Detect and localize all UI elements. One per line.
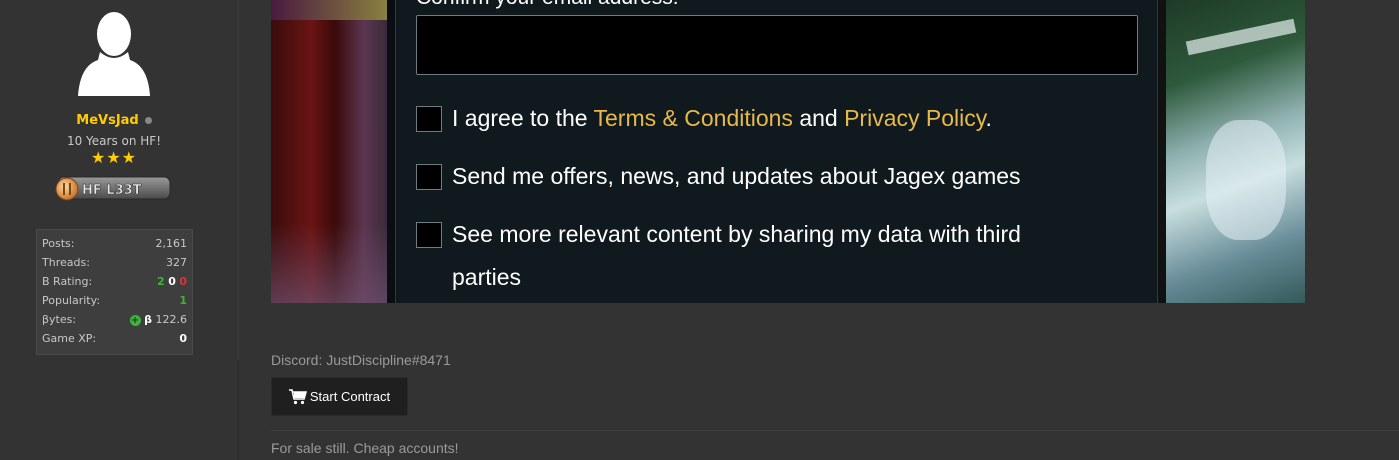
data-sharing-row: See more relevant content by sharing my … (416, 221, 1092, 299)
start-contract-button[interactable]: Start Contract (271, 377, 408, 416)
signature-discord: Discord: JustDiscipline#8471 (271, 352, 451, 368)
rating-positive: 2 (157, 275, 165, 288)
username-row: MeVsJad (0, 113, 228, 128)
stat-threads: Threads: 327 (42, 253, 187, 272)
confirm-email-label: Confirm your email address: (416, 0, 679, 10)
rating-negative: 0 (179, 275, 187, 288)
stat-label: B Rating: (42, 275, 93, 288)
agree-prefix: I agree to the (452, 105, 594, 131)
stat-value[interactable]: 1 (179, 291, 187, 310)
user-panel: MeVsJad 10 Years on HF! ★★★ HF L33T Post… (0, 0, 239, 460)
start-contract-label: Start Contract (309, 389, 391, 404)
privacy-link: Privacy Policy (844, 105, 986, 131)
svg-text:HF L33T: HF L33T (82, 183, 142, 198)
offline-status-icon (144, 117, 152, 124)
offers-checkbox (416, 164, 442, 190)
stat-posts: Posts: 2,161 (42, 234, 187, 253)
stat-b-rating: B Rating: 2 0 0 (42, 272, 187, 291)
stat-label: Game XP: (42, 332, 97, 345)
post-divider (271, 430, 1399, 431)
data-sharing-checkbox (416, 222, 442, 248)
background-art-left (271, 0, 387, 303)
stat-label: Posts: (42, 237, 75, 250)
stat-label: βytes: (42, 313, 77, 326)
terms-checkbox (416, 106, 442, 132)
b-rating-values[interactable]: 2 0 0 (157, 272, 187, 291)
terms-agreement-text: I agree to the Terms & Conditions and Pr… (452, 97, 1102, 140)
data-sharing-text: See more relevant content by sharing my … (452, 221, 1021, 290)
user-tenure: 10 Years on HF! (66, 134, 162, 148)
shopping-cart-icon (288, 388, 307, 404)
offers-row: Send me offers, news, and updates about … (416, 163, 1102, 198)
stat-bytes: βytes: + β 122.6 (42, 310, 187, 329)
beta-symbol: β (144, 313, 152, 326)
user-stats-box: Posts: 2,161 Threads: 327 B Rating: 2 0 … (36, 229, 193, 355)
stat-label: Threads: (42, 256, 90, 269)
hf-l33t-badge-icon: HF L33T (55, 176, 171, 201)
offers-text: Send me offers, news, and updates about … (452, 163, 1021, 189)
username-link[interactable]: MeVsJad (76, 113, 138, 128)
rating-neutral: 0 (168, 275, 176, 288)
stat-game-xp: Game XP: 0 (42, 329, 187, 348)
stat-label: Popularity: (42, 294, 101, 307)
stat-value[interactable]: 2,161 (156, 234, 188, 253)
terms-link: Terms & Conditions (593, 105, 793, 131)
embedded-screenshot: Confirm your email address: I agree to t… (271, 0, 1305, 303)
bytes-value-group: + β 122.6 (129, 310, 188, 329)
rank-stars: ★★★ (90, 148, 138, 167)
stat-popularity: Popularity: 1 (42, 291, 187, 310)
signup-form-panel: Confirm your email address: I agree to t… (395, 0, 1158, 303)
agree-middle: and (792, 105, 845, 131)
stat-value[interactable]: 0 (179, 329, 187, 348)
confirm-email-input (416, 15, 1138, 75)
terms-agreement-row: I agree to the Terms & Conditions and Pr… (416, 105, 1102, 140)
post-message: For sale still. Cheap accounts! (271, 440, 459, 456)
page: MeVsJad 10 Years on HF! ★★★ HF L33T Post… (0, 0, 1399, 460)
stat-value[interactable]: 327 (166, 253, 187, 272)
avatar[interactable] (76, 8, 152, 96)
agree-suffix: . (985, 105, 992, 131)
background-art-right (1166, 0, 1305, 303)
plus-circle-icon[interactable]: + (129, 314, 141, 326)
stat-value: 122.6 (155, 313, 188, 326)
